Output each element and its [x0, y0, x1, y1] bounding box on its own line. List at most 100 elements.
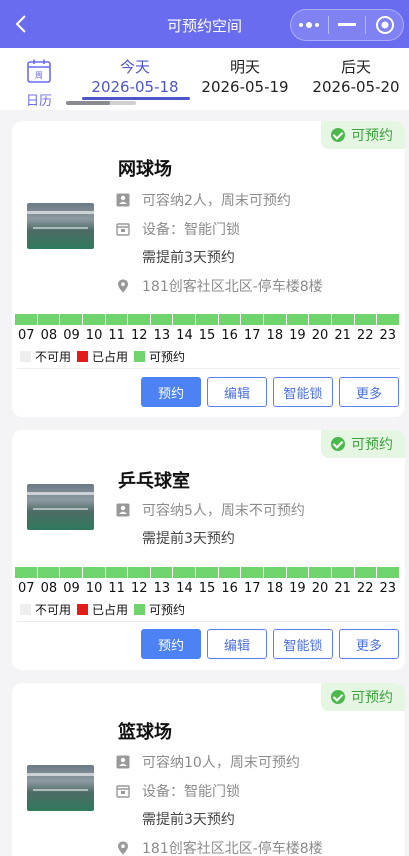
book-button[interactable]: 预约	[141, 629, 201, 659]
capacity-row: 可容纳2人，周末可预约	[116, 190, 291, 210]
hour-label: 11	[108, 581, 125, 596]
legend: 不可用 已占用 可预约	[20, 601, 191, 618]
hour-label: 22	[356, 581, 374, 596]
hour-label: 14	[176, 581, 193, 596]
minimize-icon[interactable]	[329, 10, 366, 40]
space-card[interactable]: 可预约 网球场 可容纳2人，周末可预约 设备：智能门锁 需提前3天预约 181创…	[12, 121, 405, 417]
hour-label: 19	[289, 328, 306, 343]
horizontal-scrollbar[interactable]	[66, 101, 136, 105]
hour-label: 22	[356, 328, 374, 343]
status-badge: 可预约	[321, 121, 405, 149]
capacity-text: 可容纳10人，周末可预约	[142, 755, 300, 771]
hour-label: 23	[379, 328, 397, 343]
more-dots-icon[interactable]	[291, 10, 328, 40]
device-icon	[116, 222, 130, 236]
divider	[17, 368, 400, 369]
hour-slot[interactable]	[60, 314, 83, 325]
close-target-icon[interactable]	[366, 10, 403, 40]
hour-label: 18	[266, 581, 284, 596]
hour-slot[interactable]	[82, 314, 106, 325]
more-button[interactable]: 更多	[339, 629, 399, 659]
hour-slot[interactable]	[82, 567, 106, 578]
hour-slot[interactable]	[354, 314, 378, 325]
hour-label: 17	[243, 581, 261, 596]
scrollbar-thumb[interactable]	[66, 101, 110, 105]
space-photo	[27, 203, 94, 249]
hour-slot[interactable]	[218, 567, 242, 578]
space-name: 乒乓球室	[118, 471, 190, 492]
hour-label: 15	[198, 328, 216, 343]
capacity-row: 可容纳10人，周末可预约	[116, 752, 300, 772]
tab-day-after[interactable]: 后天 2026-05-20	[301, 57, 409, 97]
book-button[interactable]: 预约	[141, 377, 201, 407]
hour-slot[interactable]	[173, 567, 197, 578]
hour-slot[interactable]	[128, 314, 151, 325]
more-button[interactable]: 更多	[339, 377, 399, 407]
hour-label: 23	[379, 581, 397, 596]
mini-program-capsule	[290, 9, 404, 41]
equipment-row: 设备：智能门锁	[116, 781, 240, 801]
svg-text:周: 周	[35, 71, 43, 80]
hour-label: 16	[221, 581, 238, 596]
space-card[interactable]: 可预约 篮球场 可容纳10人，周末可预约 设备：智能门锁 需提前3天预约 181…	[12, 683, 405, 856]
hour-slot[interactable]	[286, 314, 310, 325]
legend-swatch-unavailable	[20, 604, 31, 615]
tab-day-label: 今天	[119, 58, 150, 76]
hour-slot[interactable]	[331, 314, 355, 325]
location-row: 181创客社区北区-停车楼8楼	[116, 276, 323, 296]
hour-slot[interactable]	[150, 567, 174, 578]
hour-slot[interactable]	[218, 314, 242, 325]
status-badge: 可预约	[321, 430, 405, 458]
hour-label: 14	[176, 328, 193, 343]
hour-slot[interactable]	[173, 314, 197, 325]
hour-slot[interactable]	[309, 567, 332, 578]
hour-slot[interactable]	[309, 314, 332, 325]
hour-slot[interactable]	[15, 567, 38, 578]
hour-slot[interactable]	[331, 567, 355, 578]
hour-slot[interactable]	[377, 567, 399, 578]
tab-tomorrow[interactable]: 明天 2026-05-19	[190, 57, 300, 97]
hour-slot[interactable]	[60, 567, 83, 578]
hour-slot[interactable]	[37, 567, 61, 578]
hour-slot[interactable]	[377, 314, 399, 325]
tab-today[interactable]: 今天 2026-05-18	[80, 57, 190, 97]
space-name: 篮球场	[118, 722, 172, 743]
hour-slot[interactable]	[196, 567, 219, 578]
hour-bar[interactable]	[15, 567, 399, 578]
hour-slot[interactable]	[15, 314, 38, 325]
hour-slot[interactable]	[37, 314, 61, 325]
space-photo	[27, 484, 94, 530]
hour-bar[interactable]	[15, 314, 399, 325]
smart-lock-button[interactable]: 智能锁	[273, 629, 333, 659]
edit-button[interactable]: 编辑	[207, 629, 267, 659]
hour-slot[interactable]	[264, 567, 287, 578]
calendar-button[interactable]: 周 日历	[20, 58, 58, 109]
location-row: 181创客社区北区-停车楼8楼	[116, 838, 323, 856]
hour-label: 12	[130, 581, 148, 596]
legend-swatch-unavailable	[20, 351, 31, 362]
hour-slot[interactable]	[241, 567, 265, 578]
hour-slot[interactable]	[105, 567, 129, 578]
smart-lock-button[interactable]: 智能锁	[273, 377, 333, 407]
action-buttons: 预约 编辑 智能锁 更多	[135, 377, 399, 407]
advance-row: 需提前3天预约	[142, 247, 235, 267]
hour-slot[interactable]	[196, 314, 219, 325]
advance-text: 需提前3天预约	[142, 812, 235, 828]
hour-label: 07	[18, 328, 35, 343]
hour-slot[interactable]	[264, 314, 287, 325]
advance-row: 需提前3天预约	[142, 528, 235, 548]
device-icon	[116, 784, 130, 798]
hour-slot[interactable]	[286, 567, 310, 578]
hour-label: 10	[85, 581, 103, 596]
hour-label: 08	[40, 328, 58, 343]
hour-slot[interactable]	[150, 314, 174, 325]
equipment-text: 设备：智能门锁	[142, 784, 240, 800]
space-card[interactable]: 可预约 乒乓球室 可容纳5人，周末不可预约 需提前3天预约 07 08 09 10 11…	[12, 430, 405, 670]
hour-label: 16	[221, 328, 238, 343]
edit-button[interactable]: 编辑	[207, 377, 267, 407]
hour-slot[interactable]	[241, 314, 265, 325]
hour-slot[interactable]	[105, 314, 129, 325]
hour-slot[interactable]	[128, 567, 151, 578]
space-photo	[27, 765, 94, 811]
hour-slot[interactable]	[354, 567, 378, 578]
